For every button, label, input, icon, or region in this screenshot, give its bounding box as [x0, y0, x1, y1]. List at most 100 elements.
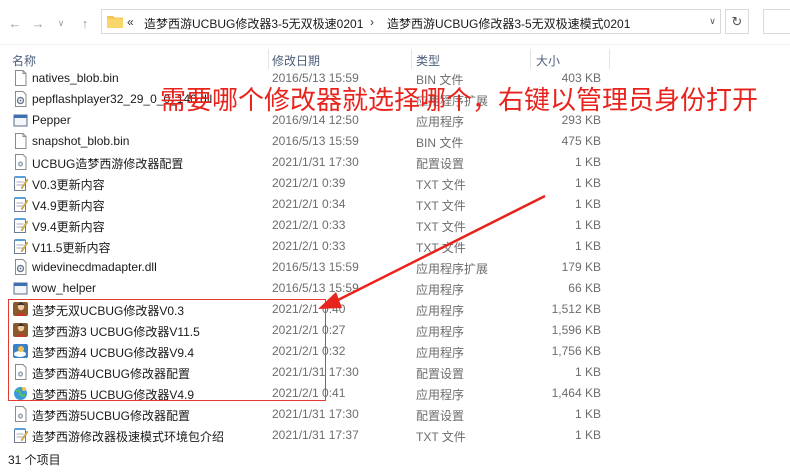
column-divider[interactable] [268, 49, 269, 69]
file-row[interactable]: 造梦西游修改器极速模式环境包介绍 2021/1/31 17:37 TXT 文件 … [0, 425, 790, 446]
file-name: Pepper [32, 113, 71, 127]
notepad-icon [13, 196, 29, 212]
file-type: 配置设置 [416, 367, 465, 381]
file-type: TXT 文件 [416, 199, 466, 213]
file-date: 2021/1/31 17:30 [272, 407, 359, 421]
notepad-icon [13, 238, 29, 254]
refresh-icon[interactable]: ↻ [725, 9, 749, 34]
file-size: 66 KB [568, 281, 601, 295]
file-date: 2016/5/13 15:59 [272, 260, 359, 274]
file-date: 2021/2/1 0:33 [272, 239, 346, 253]
file-row[interactable]: V11.5更新内容 2021/2/1 0:33 TXT 文件 1 KB [0, 236, 790, 257]
status-item-count: 31 个项目 [8, 453, 61, 467]
file-size: 1 KB [574, 365, 601, 379]
up-arrow-icon[interactable]: ↑ [74, 12, 96, 34]
file-name: 造梦西游5UCBUG修改器配置 [32, 409, 191, 423]
config-file-icon [13, 154, 28, 170]
file-date: 2016/5/13 15:59 [272, 134, 359, 148]
file-size: 1 KB [574, 176, 601, 190]
file-type: 配置设置 [416, 409, 465, 423]
file-name: V0.3更新内容 [32, 178, 105, 192]
dll-file-icon [13, 259, 28, 275]
annotation-text: 需要哪个修改器就选择哪个，右键以管理员身份打开 [160, 86, 759, 116]
file-size: 179 KB [561, 260, 601, 274]
column-date[interactable]: 修改日期 [272, 52, 320, 69]
forward-arrow-icon[interactable]: → [27, 12, 49, 34]
file-type: TXT 文件 [416, 430, 466, 444]
app-window-icon [13, 280, 28, 296]
file-row[interactable]: V0.3更新内容 2021/2/1 0:39 TXT 文件 1 KB [0, 173, 790, 194]
file-name: snapshot_blob.bin [32, 134, 130, 148]
column-size[interactable]: 大小 [536, 52, 560, 69]
file-size: 1,512 KB [551, 302, 601, 316]
file-name: V4.9更新内容 [32, 199, 105, 213]
file-date: 2021/2/1 0:33 [272, 218, 346, 232]
file-size: 1 KB [574, 155, 601, 169]
column-divider[interactable] [609, 49, 610, 69]
file-size: 1,756 KB [551, 344, 601, 358]
file-type: 应用程序 [416, 283, 465, 297]
file-row[interactable]: 造梦西游5UCBUG修改器配置 2021/1/31 17:30 配置设置 1 K… [0, 404, 790, 425]
breadcrumb-item[interactable]: 造梦西游UCBUG修改器3-5无双极速0201 [144, 15, 363, 32]
file-date: 2021/2/1 0:39 [272, 176, 346, 190]
search-input[interactable] [763, 9, 790, 34]
breadcrumb-separator-icon[interactable]: › [370, 15, 374, 29]
file-type: TXT 文件 [416, 220, 466, 234]
file-row[interactable]: V4.9更新内容 2021/2/1 0:34 TXT 文件 1 KB [0, 194, 790, 215]
file-size: 475 KB [561, 134, 601, 148]
column-divider[interactable] [411, 49, 412, 69]
column-type[interactable]: 类型 [416, 52, 440, 69]
app-window-icon [13, 112, 28, 128]
file-type: TXT 文件 [416, 178, 466, 192]
file-size: 1,464 KB [551, 386, 601, 400]
file-name: V11.5更新内容 [32, 241, 111, 255]
file-row[interactable]: V9.4更新内容 2021/2/1 0:33 TXT 文件 1 KB [0, 215, 790, 236]
column-name[interactable]: 名称 [12, 52, 36, 69]
column-header: 名称 修改日期 类型 大小 [0, 49, 790, 69]
file-date: 2021/1/31 17:37 [272, 428, 359, 442]
file-type: 应用程序 [416, 304, 465, 318]
blank-file-icon [13, 133, 28, 149]
blank-file-icon [13, 70, 28, 86]
file-type: 配置设置 [416, 157, 465, 171]
file-date: 2016/5/13 15:59 [272, 281, 359, 295]
file-row[interactable]: widevinecdmadapter.dll 2016/5/13 15:59 应… [0, 257, 790, 278]
file-size: 1 KB [574, 197, 601, 211]
file-row[interactable]: UCBUG造梦西游修改器配置 2021/1/31 17:30 配置设置 1 KB [0, 152, 790, 173]
breadcrumb-overflow[interactable]: « [127, 15, 134, 29]
back-arrow-icon[interactable]: ← [4, 12, 26, 34]
file-row[interactable]: wow_helper 2016/5/13 15:59 应用程序 66 KB [0, 278, 790, 299]
address-dropdown-icon[interactable]: ∨ [704, 9, 721, 34]
recent-dropdown-icon[interactable]: ∨ [50, 12, 72, 34]
address-bar-area: ← → ∨ ↑ « 造梦西游UCBUG修改器3-5无双极速0201 › 造梦西游… [0, 0, 790, 45]
notepad-icon [13, 217, 29, 233]
file-type: 应用程序 [416, 388, 465, 402]
file-type: 应用程序扩展 [416, 262, 489, 276]
file-size: 1 KB [574, 239, 601, 253]
file-row[interactable]: snapshot_blob.bin 2016/5/13 15:59 BIN 文件… [0, 131, 790, 152]
file-size: 1 KB [574, 407, 601, 421]
column-divider[interactable] [530, 49, 531, 69]
file-type: TXT 文件 [416, 241, 466, 255]
highlight-box [8, 299, 326, 401]
notepad-icon [13, 427, 29, 443]
file-type: 应用程序 [416, 325, 465, 339]
file-date: 2021/2/1 0:34 [272, 197, 346, 211]
file-size: 1 KB [574, 428, 601, 442]
dll-file-icon [13, 91, 28, 107]
notepad-icon [13, 175, 29, 191]
file-type: BIN 文件 [416, 136, 464, 150]
folder-icon [107, 16, 123, 28]
file-size: 1 KB [574, 218, 601, 232]
breadcrumb-item[interactable]: 造梦西游UCBUG修改器3-5无双极速模式0201 [387, 15, 630, 32]
file-name: 造梦西游修改器极速模式环境包介绍 [32, 430, 225, 444]
file-name: widevinecdmadapter.dll [32, 260, 157, 274]
file-type: 应用程序 [416, 346, 465, 360]
file-name: V9.4更新内容 [32, 220, 105, 234]
file-name: natives_blob.bin [32, 71, 119, 85]
file-name: UCBUG造梦西游修改器配置 [32, 157, 184, 171]
file-size: 1,596 KB [551, 323, 601, 337]
config-file-icon [13, 406, 28, 422]
address-path[interactable]: « 造梦西游UCBUG修改器3-5无双极速0201 › 造梦西游UCBUG修改器… [101, 9, 721, 34]
file-name: wow_helper [32, 281, 97, 295]
